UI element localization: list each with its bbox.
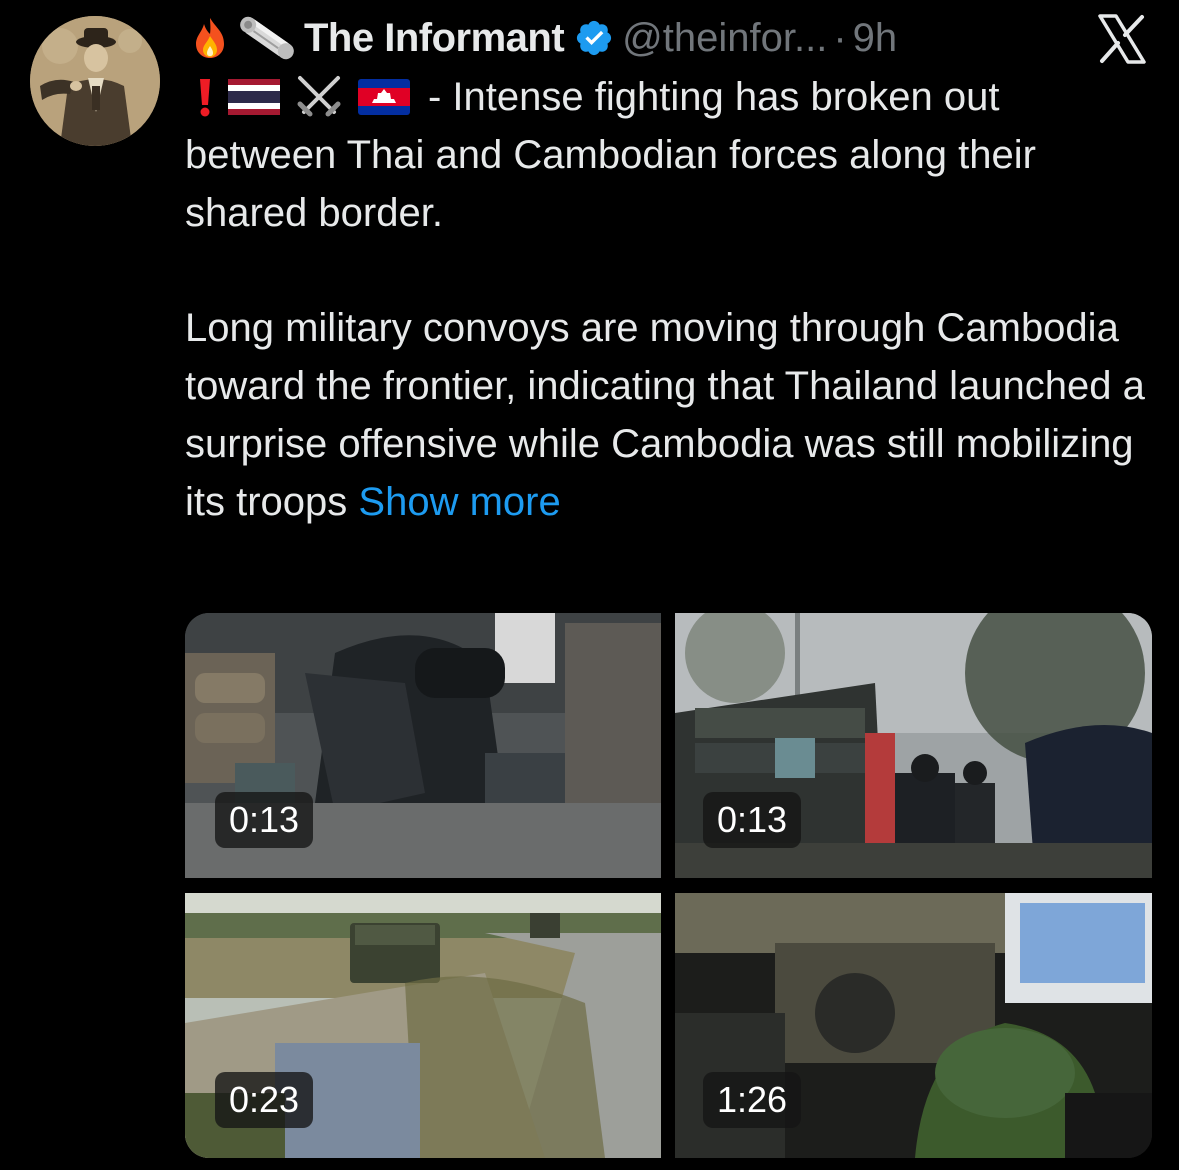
video-duration-badge: 1:26	[703, 1072, 802, 1128]
video-duration-badge: 0:13	[703, 792, 802, 848]
meta-separator: ·	[833, 15, 847, 60]
show-more-link[interactable]: Show more	[358, 480, 560, 524]
exclamation-icon	[196, 75, 214, 119]
tweet-text-paragraph1: between Thai and Cambodian forces along …	[185, 133, 1036, 235]
verified-badge-icon	[574, 18, 614, 58]
thailand-flag-icon	[228, 79, 280, 115]
video-thumbnail-2[interactable]: 0:13	[675, 613, 1152, 878]
tweet-first-line: - Intense fighting has broken out	[196, 70, 999, 124]
video-duration-badge: 0:23	[215, 1072, 314, 1128]
video-duration-badge: 0:13	[215, 792, 314, 848]
tweet-header: The Informant @theinfor... · 9h	[190, 12, 897, 64]
paragraph2-text: Long military convoys are moving through…	[185, 306, 1145, 524]
fire-icon	[190, 16, 230, 60]
crossed-swords-icon	[294, 74, 344, 120]
tweet-timestamp[interactable]: 9h	[853, 16, 898, 61]
author-handle[interactable]: @theinfor...	[622, 16, 827, 61]
tweet-text-line1: - Intense fighting has broken out	[428, 74, 1000, 119]
tweet-text-paragraph2: Long military convoys are moving through…	[185, 299, 1160, 531]
x-logo-icon	[1096, 14, 1148, 64]
author-avatar[interactable]	[30, 16, 160, 146]
video-thumbnail-3[interactable]: 0:23	[185, 893, 661, 1158]
scroll-icon	[236, 16, 298, 60]
author-name[interactable]: The Informant	[304, 16, 565, 61]
cambodia-flag-icon	[358, 79, 410, 115]
media-grid: 0:13 0:13 0:23 1:26	[185, 613, 1152, 1158]
video-thumbnail-4[interactable]: 1:26	[675, 893, 1152, 1158]
avatar-portrait-image	[30, 16, 160, 146]
video-thumbnail-1[interactable]: 0:13	[185, 613, 661, 878]
